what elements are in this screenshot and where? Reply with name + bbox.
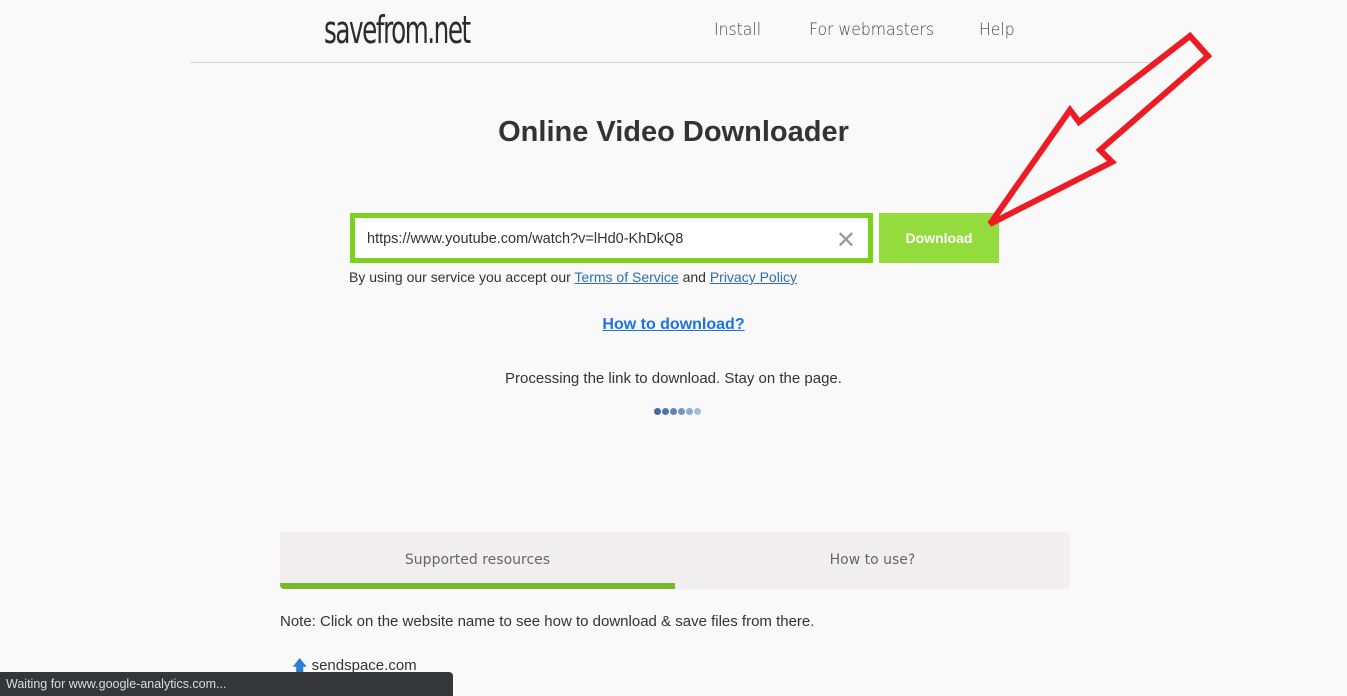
arrow-shape <box>987 31 1213 227</box>
red-arrow-annotation <box>987 31 1213 227</box>
